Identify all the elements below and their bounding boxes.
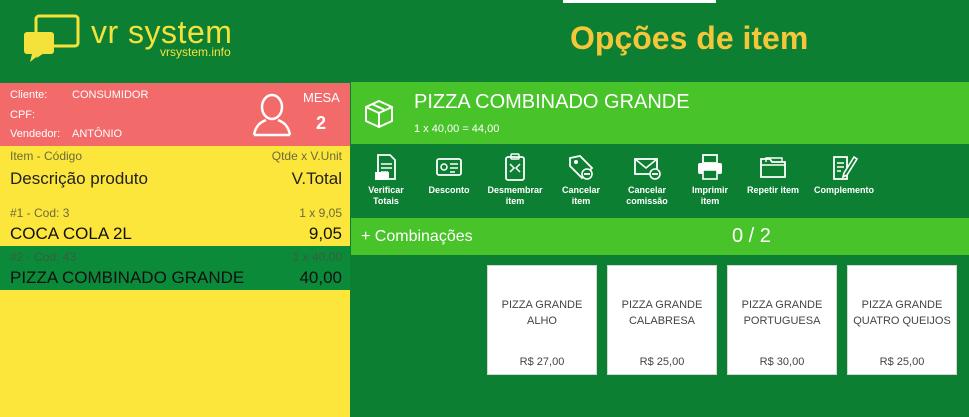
tool-label-2: item	[700, 196, 720, 206]
option-price: R$ 25,00	[879, 356, 925, 368]
cpf-label: CPF:	[10, 109, 36, 121]
tool-label-2: item	[505, 196, 525, 206]
item-qty: 1 x 40,00	[292, 250, 342, 264]
tag-cancel-icon	[569, 155, 594, 180]
option-name-line1: PIZZA GRANDE	[741, 299, 823, 311]
option-name-line1: PIZZA GRANDE	[861, 299, 943, 311]
brand-url: vrsystem.info	[160, 45, 231, 59]
tool-label: Cancelar	[627, 185, 667, 195]
folder-icon	[760, 157, 786, 178]
clipboard-split-icon	[505, 153, 525, 181]
cancelar-comissao-button[interactable]: Cancelar comissão	[614, 152, 680, 207]
printer-icon	[698, 154, 722, 180]
item-total: 9,05	[308, 224, 342, 243]
client-info-box[interactable]: Cliente: CONSUMIDOR CPF: Vendedor: ANTÔN…	[0, 83, 350, 146]
item-name: PIZZA COMBINADO GRANDE	[10, 268, 245, 287]
app-header: vr system vrsystem.info Opções de item	[0, 0, 969, 83]
option-name-line2: PORTUGUESA	[743, 315, 821, 327]
header-total: V.Total	[291, 169, 342, 188]
current-item-calc: 1 x 40,00 = 44,00	[414, 123, 500, 135]
option-name-line2: CALABRESA	[628, 315, 696, 327]
imprimir-item-button[interactable]: Imprimir item	[677, 152, 743, 207]
cliente-label: Cliente:	[10, 89, 48, 101]
vendedor-value: ANTÔNIO	[72, 128, 123, 140]
mesa-label: MESA	[303, 90, 340, 105]
mesa-number: 2	[316, 113, 327, 133]
option-card-quatro-queijos[interactable]: PIZZA GRANDE QUATRO QUEIJOS R$ 25,00	[847, 265, 957, 375]
item-total: 40,00	[299, 268, 342, 287]
option-card-portuguesa[interactable]: PIZZA GRANDE PORTUGUESA R$ 30,00	[727, 265, 837, 375]
cancelar-item-button[interactable]: Cancelar item	[548, 152, 614, 207]
order-item-row[interactable]: #1 - Cod: 3 1 x 9,05 COCA COLA 2L 9,05	[0, 202, 350, 246]
order-panel: Cliente: CONSUMIDOR CPF: Vendedor: ANTÔN…	[0, 83, 350, 417]
combinations-label: + Combinações	[361, 228, 473, 245]
top-accent-bar	[563, 0, 716, 3]
tool-label: Complemento	[813, 185, 874, 195]
desconto-button[interactable]: Desconto	[416, 152, 482, 196]
document-check-icon	[375, 154, 396, 180]
complemento-button[interactable]: Complemento	[806, 152, 882, 196]
option-name-line2: ALHO	[527, 315, 557, 327]
item-code: #2 - Cod: 43	[10, 250, 77, 264]
envelope-cancel-icon	[634, 158, 661, 180]
tool-label: Repetir item	[746, 185, 799, 195]
page-title: Opções de item	[570, 20, 809, 56]
item-name: COCA COLA 2L	[10, 224, 132, 243]
repetir-item-button[interactable]: Repetir item	[740, 152, 806, 196]
option-price: R$ 25,00	[639, 356, 685, 368]
header-description: Descrição produto	[10, 169, 148, 188]
option-price: R$ 27,00	[519, 356, 565, 368]
header-item-code: Item - Código	[10, 149, 83, 163]
option-name-line2: QUATRO QUEIJOS	[853, 315, 951, 327]
option-name-line1: PIZZA GRANDE	[501, 299, 583, 311]
option-name: PIZZA GRANDE QUATRO QUEIJOS	[852, 297, 952, 329]
desmembrar-item-button[interactable]: Desmembrar item	[482, 152, 548, 207]
header-qty-unit: Qtde x V.Unit	[271, 149, 342, 163]
chat-bubbles-logo-icon	[24, 14, 80, 62]
verificar-totais-button[interactable]: Verificar Totais	[353, 152, 419, 207]
discount-card-icon	[436, 158, 462, 176]
option-card-alho[interactable]: PIZZA GRANDE ALHO R$ 27,00	[487, 265, 597, 375]
tool-label-2: comissão	[626, 196, 668, 206]
item-code: #1 - Cod: 3	[10, 206, 70, 220]
tool-label: Verificar	[368, 185, 404, 195]
option-name-line1: PIZZA GRANDE	[621, 299, 703, 311]
tool-label: Cancelar	[561, 185, 601, 195]
item-qty: 1 x 9,05	[299, 206, 342, 220]
option-name: PIZZA GRANDE PORTUGUESA	[732, 297, 832, 329]
item-toolbar: Verificar Totais Desconto Desmembrar ite…	[351, 146, 969, 216]
tool-label-2: item	[571, 196, 591, 206]
tool-label: Desconto	[428, 185, 470, 195]
option-card-calabresa[interactable]: PIZZA GRANDE CALABRESA R$ 25,00	[607, 265, 717, 375]
current-item-name: PIZZA COMBINADO GRANDE	[414, 91, 690, 113]
order-item-row-selected[interactable]: #2 - Cod: 43 1 x 40,00 PIZZA COMBINADO G…	[0, 246, 350, 290]
user-icon	[252, 93, 292, 137]
tool-label: Desmembrar	[487, 185, 543, 195]
vendedor-label: Vendedor:	[10, 128, 61, 140]
combinations-count: 0 / 2	[732, 225, 771, 247]
edit-note-icon	[833, 155, 859, 180]
cliente-value: CONSUMIDOR	[72, 89, 149, 101]
option-price: R$ 30,00	[759, 356, 805, 368]
tool-label: Imprimir	[691, 185, 728, 195]
option-name: PIZZA GRANDE ALHO	[492, 297, 592, 329]
option-name: PIZZA GRANDE CALABRESA	[612, 297, 712, 329]
tool-label-2: Totais	[373, 196, 399, 206]
combinations-bar[interactable]: + Combinações 0 / 2	[351, 218, 969, 255]
current-item-bar: PIZZA COMBINADO GRANDE 1 x 40,00 = 44,00	[351, 82, 969, 144]
box-icon	[365, 99, 393, 129]
